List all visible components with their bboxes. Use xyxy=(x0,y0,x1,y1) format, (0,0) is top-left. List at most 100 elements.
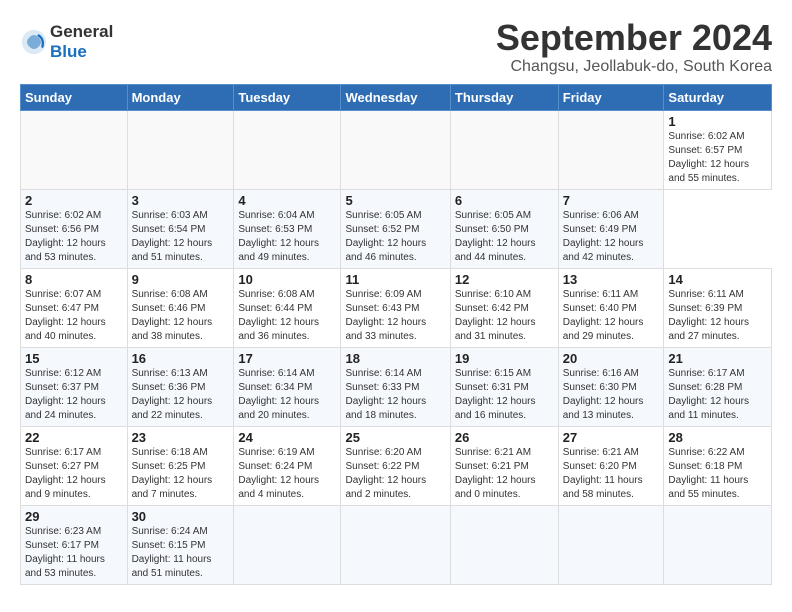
day-number: 16 xyxy=(132,351,230,366)
cell-info: Sunrise: 6:05 AMSunset: 6:52 PMDaylight:… xyxy=(345,210,426,263)
cell-info: Sunrise: 6:10 AMSunset: 6:42 PMDaylight:… xyxy=(455,289,536,342)
day-number: 7 xyxy=(563,193,660,208)
day-number: 20 xyxy=(563,351,660,366)
weekday-header-thursday: Thursday xyxy=(450,84,558,110)
calendar-cell-empty xyxy=(234,505,341,584)
cell-info: Sunrise: 6:12 AMSunset: 6:37 PMDaylight:… xyxy=(25,368,106,421)
day-number: 30 xyxy=(132,509,230,524)
calendar-cell: 13 Sunrise: 6:11 AMSunset: 6:40 PMDayligh… xyxy=(558,268,664,347)
calendar-cell: 20 Sunrise: 6:16 AMSunset: 6:30 PMDayligh… xyxy=(558,347,664,426)
logo-text: General Blue xyxy=(50,22,113,61)
day-number: 2 xyxy=(25,193,123,208)
calendar-cell: 18 Sunrise: 6:14 AMSunset: 6:33 PMDayligh… xyxy=(341,347,450,426)
weekday-header-monday: Monday xyxy=(127,84,234,110)
day-number: 27 xyxy=(563,430,660,445)
day-number: 8 xyxy=(25,272,123,287)
day-number: 29 xyxy=(25,509,123,524)
day-number: 23 xyxy=(132,430,230,445)
calendar-cell: 26Sunrise: 6:21 AMSunset: 6:21 PMDayligh… xyxy=(450,426,558,505)
cell-info: Sunrise: 6:14 AMSunset: 6:34 PMDaylight:… xyxy=(238,368,319,421)
day-number: 3 xyxy=(132,193,230,208)
day-number: 21 xyxy=(668,351,767,366)
weekday-header-saturday: Saturday xyxy=(664,84,772,110)
day-number: 1 xyxy=(668,114,767,129)
day-number: 11 xyxy=(345,272,445,287)
calendar-cell-empty xyxy=(558,505,664,584)
calendar-cell-empty xyxy=(341,110,450,189)
calendar-week-row: 1 Sunrise: 6:02 AMSunset: 6:57 PMDaylight… xyxy=(21,110,772,189)
calendar-week-row: 22Sunrise: 6:17 AMSunset: 6:27 PMDayligh… xyxy=(21,426,772,505)
calendar-cell: 5 Sunrise: 6:05 AMSunset: 6:52 PMDaylight… xyxy=(341,189,450,268)
cell-info: Sunrise: 6:08 AMSunset: 6:44 PMDaylight:… xyxy=(238,289,319,342)
calendar-cell: 14 Sunrise: 6:11 AMSunset: 6:39 PMDayligh… xyxy=(664,268,772,347)
logo-icon xyxy=(20,28,48,56)
day-number: 12 xyxy=(455,272,554,287)
calendar-week-row: 8 Sunrise: 6:07 AMSunset: 6:47 PMDaylight… xyxy=(21,268,772,347)
day-number: 14 xyxy=(668,272,767,287)
calendar-cell: 25Sunrise: 6:20 AMSunset: 6:22 PMDayligh… xyxy=(341,426,450,505)
weekday-header-friday: Friday xyxy=(558,84,664,110)
weekday-header-tuesday: Tuesday xyxy=(234,84,341,110)
calendar-cell: 8 Sunrise: 6:07 AMSunset: 6:47 PMDaylight… xyxy=(21,268,128,347)
month-title: September 2024 xyxy=(496,18,772,58)
weekday-header-row: SundayMondayTuesdayWednesdayThursdayFrid… xyxy=(21,84,772,110)
cell-info: Sunrise: 6:16 AMSunset: 6:30 PMDaylight:… xyxy=(563,368,644,421)
calendar-cell: 27Sunrise: 6:21 AMSunset: 6:20 PMDayligh… xyxy=(558,426,664,505)
cell-info: Sunrise: 6:08 AMSunset: 6:46 PMDaylight:… xyxy=(132,289,213,342)
calendar-cell: 15Sunrise: 6:12 AMSunset: 6:37 PMDayligh… xyxy=(21,347,128,426)
cell-info: Sunrise: 6:22 AMSunset: 6:18 PMDaylight:… xyxy=(668,447,748,500)
calendar-cell: 29 Sunrise: 6:23 AMSunset: 6:17 PMDayligh… xyxy=(21,505,128,584)
day-number: 9 xyxy=(132,272,230,287)
day-number: 4 xyxy=(238,193,336,208)
calendar-cell: 12 Sunrise: 6:10 AMSunset: 6:42 PMDayligh… xyxy=(450,268,558,347)
cell-info: Sunrise: 6:23 AMSunset: 6:17 PMDaylight:… xyxy=(25,526,105,579)
cell-info: Sunrise: 6:18 AMSunset: 6:25 PMDaylight:… xyxy=(132,447,213,500)
calendar-cell-empty xyxy=(127,110,234,189)
cell-info: Sunrise: 6:07 AMSunset: 6:47 PMDaylight:… xyxy=(25,289,106,342)
day-number: 28 xyxy=(668,430,767,445)
calendar-cell: 24Sunrise: 6:19 AMSunset: 6:24 PMDayligh… xyxy=(234,426,341,505)
calendar-cell: 9 Sunrise: 6:08 AMSunset: 6:46 PMDaylight… xyxy=(127,268,234,347)
day-number: 18 xyxy=(345,351,445,366)
day-number: 19 xyxy=(455,351,554,366)
logo: General Blue xyxy=(20,22,113,61)
cell-info: Sunrise: 6:02 AMSunset: 6:57 PMDaylight:… xyxy=(668,131,749,184)
calendar-cell: 6 Sunrise: 6:05 AMSunset: 6:50 PMDaylight… xyxy=(450,189,558,268)
weekday-header-sunday: Sunday xyxy=(21,84,128,110)
day-number: 6 xyxy=(455,193,554,208)
cell-info: Sunrise: 6:11 AMSunset: 6:40 PMDaylight:… xyxy=(563,289,644,342)
calendar-week-row: 2 Sunrise: 6:02 AMSunset: 6:56 PMDaylight… xyxy=(21,189,772,268)
cell-info: Sunrise: 6:09 AMSunset: 6:43 PMDaylight:… xyxy=(345,289,426,342)
calendar-cell-empty xyxy=(450,505,558,584)
day-number: 5 xyxy=(345,193,445,208)
calendar-cell: 4 Sunrise: 6:04 AMSunset: 6:53 PMDaylight… xyxy=(234,189,341,268)
calendar-cell: 3 Sunrise: 6:03 AMSunset: 6:54 PMDaylight… xyxy=(127,189,234,268)
calendar-cell: 2 Sunrise: 6:02 AMSunset: 6:56 PMDaylight… xyxy=(21,189,128,268)
day-number: 13 xyxy=(563,272,660,287)
cell-info: Sunrise: 6:13 AMSunset: 6:36 PMDaylight:… xyxy=(132,368,213,421)
weekday-header-wednesday: Wednesday xyxy=(341,84,450,110)
calendar-cell-empty xyxy=(21,110,128,189)
calendar-cell: 28 Sunrise: 6:22 AMSunset: 6:18 PMDayligh… xyxy=(664,426,772,505)
cell-info: Sunrise: 6:15 AMSunset: 6:31 PMDaylight:… xyxy=(455,368,536,421)
calendar-table: SundayMondayTuesdayWednesdayThursdayFrid… xyxy=(20,84,772,585)
calendar-week-row: 15Sunrise: 6:12 AMSunset: 6:37 PMDayligh… xyxy=(21,347,772,426)
calendar-cell-empty xyxy=(234,110,341,189)
cell-info: Sunrise: 6:06 AMSunset: 6:49 PMDaylight:… xyxy=(563,210,644,263)
cell-info: Sunrise: 6:11 AMSunset: 6:39 PMDaylight:… xyxy=(668,289,749,342)
cell-info: Sunrise: 6:04 AMSunset: 6:53 PMDaylight:… xyxy=(238,210,319,263)
calendar-cell: 22Sunrise: 6:17 AMSunset: 6:27 PMDayligh… xyxy=(21,426,128,505)
cell-info: Sunrise: 6:03 AMSunset: 6:54 PMDaylight:… xyxy=(132,210,213,263)
calendar-cell-empty xyxy=(664,505,772,584)
calendar-cell: 16 Sunrise: 6:13 AMSunset: 6:36 PMDayligh… xyxy=(127,347,234,426)
cell-info: Sunrise: 6:21 AMSunset: 6:21 PMDaylight:… xyxy=(455,447,536,500)
calendar-cell: 17Sunrise: 6:14 AMSunset: 6:34 PMDayligh… xyxy=(234,347,341,426)
calendar-cell: 1 Sunrise: 6:02 AMSunset: 6:57 PMDaylight… xyxy=(664,110,772,189)
calendar-cell: 7 Sunrise: 6:06 AMSunset: 6:49 PMDaylight… xyxy=(558,189,664,268)
cell-info: Sunrise: 6:14 AMSunset: 6:33 PMDaylight:… xyxy=(345,368,426,421)
cell-info: Sunrise: 6:02 AMSunset: 6:56 PMDaylight:… xyxy=(25,210,106,263)
cell-info: Sunrise: 6:05 AMSunset: 6:50 PMDaylight:… xyxy=(455,210,536,263)
calendar-cell-empty xyxy=(341,505,450,584)
cell-info: Sunrise: 6:24 AMSunset: 6:15 PMDaylight:… xyxy=(132,526,212,579)
calendar-week-row: 29 Sunrise: 6:23 AMSunset: 6:17 PMDayligh… xyxy=(21,505,772,584)
